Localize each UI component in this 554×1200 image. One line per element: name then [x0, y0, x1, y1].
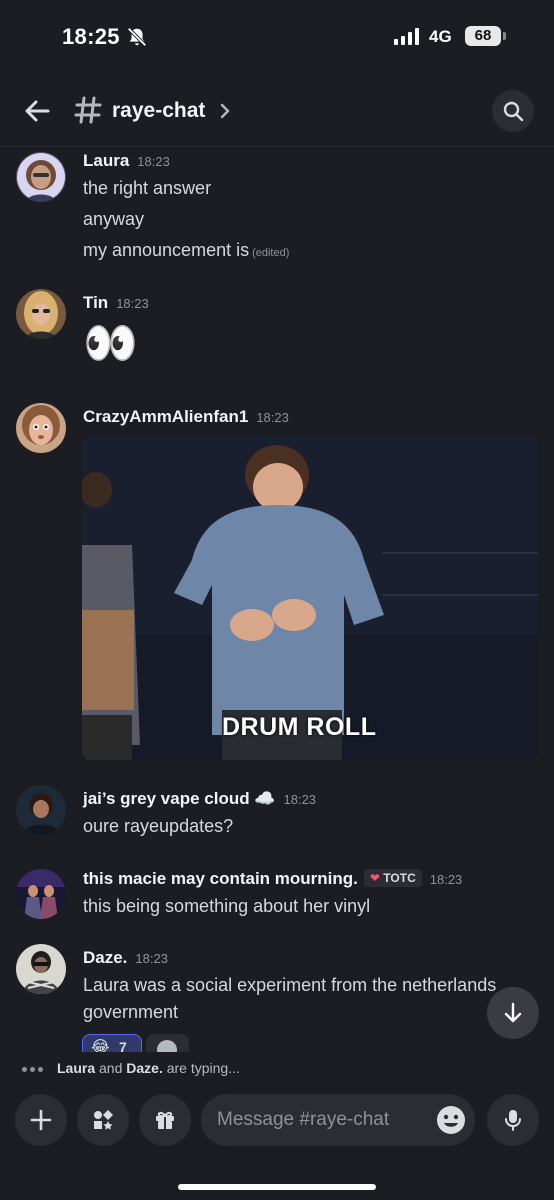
apps-button[interactable]: [77, 1094, 129, 1146]
battery-icon: 68: [465, 26, 501, 46]
message-author[interactable]: CrazyAmmAlienfan1 18:23: [83, 407, 289, 427]
message-time: 18:23: [429, 872, 463, 887]
avatar[interactable]: [16, 289, 66, 339]
avatar[interactable]: [16, 403, 66, 453]
home-indicator: [178, 1184, 376, 1190]
attach-button[interactable]: [15, 1094, 67, 1146]
message-text: anyway: [83, 209, 145, 229]
message-author[interactable]: Tin 18:23: [83, 293, 149, 313]
typing-dots-icon: [22, 1067, 43, 1072]
reaction-laugh[interactable]: 😂 7: [82, 1034, 142, 1052]
channel-name[interactable]: raye-chat: [112, 99, 205, 123]
laughing-emoji: 😂: [91, 1039, 110, 1052]
avatar[interactable]: [16, 785, 66, 835]
battery-cap: [503, 32, 506, 40]
avatar[interactable]: [16, 152, 66, 202]
chevron-right-icon[interactable]: [218, 102, 232, 120]
message-time: 18:23: [137, 154, 170, 169]
gif-attachment[interactable]: DRUM ROLL: [82, 435, 538, 760]
emoji-icon[interactable]: [435, 1104, 467, 1136]
message-author[interactable]: jai’s grey vape cloud ☁️ 18:23: [83, 789, 316, 809]
status-bar: 18:25 4G 68: [0, 0, 554, 76]
message-text: my announcement is (edited): [83, 240, 290, 260]
status-time: 18:25: [62, 24, 120, 49]
add-reaction-icon: [157, 1040, 177, 1052]
signal-bars-icon: [394, 28, 419, 45]
edited-label: (edited): [252, 247, 290, 259]
message-text: oure rayeupdates?: [83, 816, 234, 836]
add-reaction-button[interactable]: [146, 1034, 189, 1052]
message-time: 18:23: [283, 792, 317, 807]
message-text: Laura was a social experiment from the n…: [83, 975, 497, 995]
avatar[interactable]: [16, 944, 66, 994]
avatar[interactable]: [16, 869, 66, 919]
search-icon: [503, 101, 524, 122]
message-text: 👀: [83, 319, 138, 368]
message-time: 18:23: [135, 951, 168, 966]
bell-slash-icon: [127, 27, 147, 47]
message-author[interactable]: Laura 18:23: [83, 151, 170, 171]
message-time: 18:23: [116, 296, 149, 311]
typing-indicator: Laura and Daze. are typing...: [0, 1052, 554, 1084]
arrow-down-icon: [504, 1002, 522, 1023]
message-author[interactable]: Daze. 18:23: [83, 948, 168, 968]
gif-image: [82, 435, 538, 760]
back-arrow-icon[interactable]: [20, 94, 54, 128]
plus-icon: [30, 1109, 52, 1131]
gift-icon: [156, 1111, 174, 1129]
message-time: 18:23: [256, 410, 289, 425]
typing-text: Laura and Daze. are typing...: [57, 1060, 240, 1076]
channel-header: raye-chat: [0, 80, 554, 147]
message-text: the right answer: [83, 178, 212, 198]
message-author[interactable]: this macie may contain mourning. ❤ TOTC 18…: [83, 869, 462, 889]
voice-message-button[interactable]: [487, 1094, 539, 1146]
microphone-icon: [505, 1110, 521, 1131]
gift-button[interactable]: [139, 1094, 191, 1146]
role-tag[interactable]: ❤ TOTC: [363, 869, 422, 887]
gif-caption: DRUM ROLL: [222, 713, 377, 741]
message-list[interactable]: Laura 18:23 the right answer anyway my an…: [0, 147, 554, 1052]
network-type: 4G: [429, 27, 452, 46]
search-button[interactable]: [492, 90, 534, 132]
message-composer: [0, 1084, 554, 1200]
jump-to-latest-button[interactable]: [487, 987, 539, 1039]
apps-icon: [94, 1110, 113, 1130]
reaction-count: 7: [119, 1039, 127, 1052]
hash-icon: [74, 96, 102, 124]
message-input[interactable]: [201, 1094, 475, 1146]
heart-icon: ❤: [369, 871, 380, 885]
message-text: this being something about her vinyl: [83, 896, 371, 916]
message-text: government: [83, 1002, 179, 1022]
